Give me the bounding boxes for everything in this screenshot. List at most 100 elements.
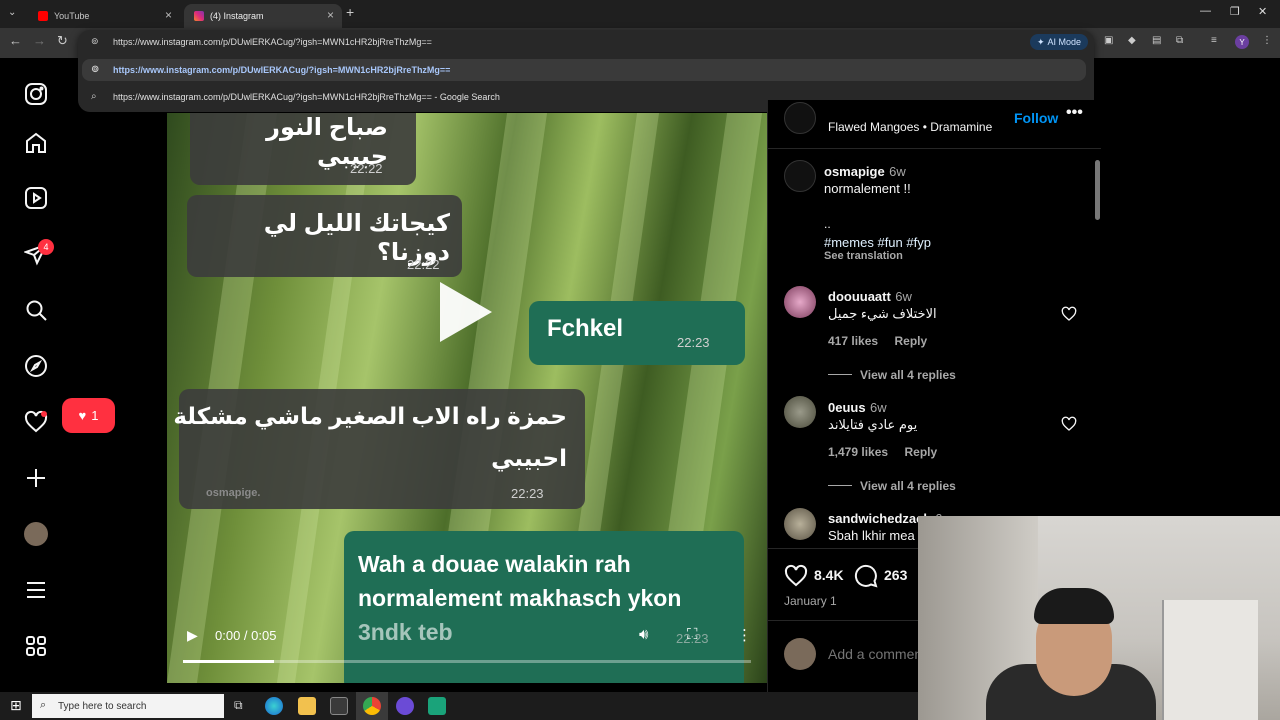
reels-icon[interactable] bbox=[24, 186, 48, 210]
app-icon[interactable] bbox=[396, 697, 414, 715]
back-icon[interactable]: ← bbox=[9, 33, 22, 48]
instagram-logo-icon[interactable] bbox=[24, 82, 48, 106]
suggestion-url[interactable]: ⊚ https://www.instagram.com/p/DUwlERKACu… bbox=[82, 59, 1086, 81]
chat-time: 22:23 bbox=[677, 335, 710, 350]
windows-start-icon[interactable]: ⊞ bbox=[10, 697, 22, 714]
tab-youtube[interactable]: YouTube × bbox=[28, 4, 180, 28]
play-overlay-icon[interactable] bbox=[440, 282, 492, 342]
chat-text: normalement makhasch ykon bbox=[358, 585, 682, 611]
caption-hashtags[interactable]: #memes #fun #fyp bbox=[824, 235, 931, 250]
new-tab-icon[interactable]: + bbox=[346, 4, 354, 20]
chat-text: Wah a douae walakin rah bbox=[358, 551, 631, 577]
webcam-door bbox=[1162, 600, 1258, 720]
profile-avatar[interactable]: Y bbox=[1235, 35, 1249, 49]
comment-text: Sbah lkhir mea bbox=[828, 528, 915, 543]
tab-title: (4) Instagram bbox=[210, 11, 264, 21]
tab-instagram[interactable]: (4) Instagram × bbox=[184, 4, 342, 28]
webcam-person-hair bbox=[1034, 588, 1114, 624]
chat-time: 22:22 bbox=[350, 161, 383, 176]
comment-meta: 417 likes Reply bbox=[828, 332, 927, 350]
chat-bubble: حمزة راه الاب الصغير ماشي مشكلة احبيبي o… bbox=[173, 389, 585, 509]
video-time: 0:00 / 0:05 bbox=[215, 628, 277, 643]
home-icon[interactable] bbox=[24, 131, 48, 155]
comment-likes[interactable]: 1,479 likes bbox=[828, 445, 888, 459]
edge-icon[interactable] bbox=[265, 697, 283, 715]
likes-notification-bubble[interactable]: ♥ 1 bbox=[62, 398, 115, 433]
comment-header: doouuaatt 6w bbox=[828, 288, 912, 306]
app-icon[interactable] bbox=[428, 697, 446, 715]
like-comment-icon[interactable] bbox=[1061, 416, 1077, 432]
chat-bubble: صباح النور حبيبي 22:22 bbox=[190, 113, 416, 185]
also-from-meta-icon[interactable] bbox=[24, 634, 48, 658]
comment-icon[interactable] bbox=[854, 564, 878, 588]
more-options-icon[interactable]: ⋮ bbox=[737, 626, 752, 644]
caption-username[interactable]: osmapige bbox=[824, 164, 885, 179]
author-avatar[interactable] bbox=[784, 160, 816, 192]
extension-shield-icon[interactable]: ▤ bbox=[1152, 35, 1161, 46]
chrome-icon[interactable] bbox=[363, 697, 381, 715]
chat-text: احبيبي bbox=[491, 445, 567, 471]
comment-username[interactable]: doouuaatt bbox=[828, 289, 891, 304]
window-close-icon[interactable]: ✕ bbox=[1258, 5, 1267, 18]
forward-icon[interactable]: → bbox=[33, 33, 46, 48]
commenter-avatar[interactable] bbox=[784, 286, 816, 318]
minimize-icon[interactable]: — bbox=[1200, 5, 1211, 17]
view-replies[interactable]: View all 4 replies bbox=[828, 366, 956, 384]
menu-kebab-icon[interactable]: ⋮ bbox=[1262, 35, 1272, 46]
restore-icon[interactable]: ❐ bbox=[1230, 5, 1240, 18]
chat-time: 22:22 bbox=[407, 257, 440, 272]
reply-button[interactable]: Reply bbox=[895, 334, 928, 348]
video-watermark: osmapige. bbox=[206, 487, 261, 499]
more-menu-icon[interactable] bbox=[24, 578, 48, 602]
comment-likes[interactable]: 417 likes bbox=[828, 334, 878, 348]
commenter-avatar[interactable] bbox=[784, 508, 816, 540]
tab-search-chevron-icon[interactable]: ⌄ bbox=[8, 7, 16, 18]
ai-mode-button[interactable]: ✦ AI Mode bbox=[1030, 34, 1088, 50]
fullscreen-icon[interactable]: ⛶ bbox=[687, 626, 698, 643]
commenter-avatar[interactable] bbox=[784, 396, 816, 428]
tab-title: YouTube bbox=[54, 11, 90, 21]
follow-button[interactable]: Follow bbox=[1014, 110, 1058, 126]
explore-compass-icon[interactable] bbox=[24, 354, 48, 378]
like-post-icon[interactable] bbox=[784, 564, 808, 588]
extension-diamond-icon[interactable]: ◆ bbox=[1128, 35, 1136, 46]
caption-text: normalement !! bbox=[824, 181, 911, 196]
reply-button[interactable]: Reply bbox=[905, 445, 938, 459]
see-translation-link[interactable]: See translation bbox=[824, 250, 903, 262]
author-avatar[interactable] bbox=[784, 102, 816, 134]
webcam-overlay bbox=[918, 516, 1280, 720]
divider bbox=[768, 148, 1101, 149]
view-replies[interactable]: View all 4 replies bbox=[828, 477, 956, 495]
messages-count-badge: 4 bbox=[38, 239, 54, 255]
post-comments-count[interactable]: 263 bbox=[884, 567, 907, 583]
translate-icon[interactable]: ▣ bbox=[1104, 35, 1113, 46]
reload-icon[interactable]: ↻ bbox=[57, 33, 68, 49]
volume-icon[interactable]: 🔊︎ bbox=[639, 626, 648, 643]
post-likes-count[interactable]: 8.4K bbox=[814, 567, 844, 583]
play-icon[interactable]: ▶ bbox=[187, 627, 198, 644]
task-view-icon[interactable]: ⧉ bbox=[234, 698, 243, 713]
comment-username[interactable]: 0euus bbox=[828, 400, 866, 415]
post-options-icon[interactable]: ••• bbox=[1066, 104, 1083, 122]
video-progress-bar[interactable] bbox=[183, 660, 751, 663]
create-plus-icon[interactable] bbox=[24, 466, 48, 490]
close-tab-icon[interactable]: × bbox=[165, 8, 172, 22]
address-bar-input[interactable] bbox=[113, 35, 673, 49]
search-icon[interactable] bbox=[24, 298, 48, 322]
post-video[interactable]: صباح النور حبيبي 22:22 كيجاتك الليل لي د… bbox=[167, 113, 767, 683]
notifications-heart-icon[interactable] bbox=[24, 410, 48, 434]
audio-track[interactable]: Flawed Mangoes • Dramamine bbox=[828, 120, 992, 134]
comments-scrollbar[interactable] bbox=[1095, 160, 1100, 220]
microsoft-store-icon[interactable] bbox=[330, 697, 348, 715]
media-controls-icon[interactable]: ≡ bbox=[1211, 35, 1217, 46]
file-explorer-icon[interactable] bbox=[298, 697, 316, 715]
extensions-puzzle-icon[interactable]: ⧉ bbox=[1176, 35, 1183, 46]
taskbar-search-box[interactable]: ⌕ Type here to search bbox=[32, 694, 224, 718]
like-comment-icon[interactable] bbox=[1061, 306, 1077, 322]
site-info-icon[interactable]: ⊚ bbox=[91, 36, 99, 47]
comment-username[interactable]: sandwichedzack bbox=[828, 511, 931, 526]
youtube-favicon-icon bbox=[38, 11, 48, 21]
close-tab-icon[interactable]: × bbox=[327, 8, 334, 22]
search-icon: ⌕ bbox=[91, 91, 97, 102]
profile-avatar[interactable] bbox=[24, 522, 48, 546]
